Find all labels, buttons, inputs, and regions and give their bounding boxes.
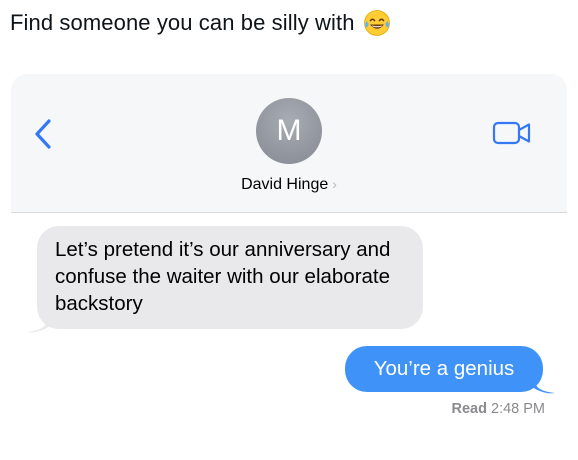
- imessage-screenshot: M David Hinge › Let’s pretend it’s our an…: [11, 74, 567, 460]
- avatar[interactable]: M: [256, 98, 322, 164]
- back-chevron-icon[interactable]: [33, 118, 53, 150]
- caption-text: Find someone you can be silly with: [10, 10, 355, 35]
- face-with-tears-of-joy-icon: [363, 10, 390, 36]
- tweet-caption: Find someone you can be silly with: [10, 8, 391, 38]
- read-receipt: Read 2:48 PM: [452, 401, 546, 417]
- contact-name-link[interactable]: David Hinge ›: [11, 176, 567, 194]
- read-status: Read: [451, 401, 487, 417]
- read-time: 2:48 PM: [491, 401, 545, 417]
- tweet-page: Find someone you can be silly with M Dav…: [0, 0, 578, 460]
- conversation-header: M David Hinge ›: [11, 74, 567, 213]
- incoming-message-text: Let’s pretend it’s our anniversary and c…: [55, 238, 391, 315]
- video-call-icon[interactable]: [492, 120, 532, 146]
- outgoing-message-text: You’re a genius: [373, 357, 515, 380]
- contact-name: David Hinge: [241, 176, 329, 193]
- incoming-message-bubble[interactable]: Let’s pretend it’s our anniversary and c…: [37, 226, 423, 329]
- chevron-right-icon: ›: [332, 176, 337, 192]
- outgoing-message-bubble[interactable]: You’re a genius: [345, 346, 543, 392]
- avatar-initial: M: [276, 114, 302, 147]
